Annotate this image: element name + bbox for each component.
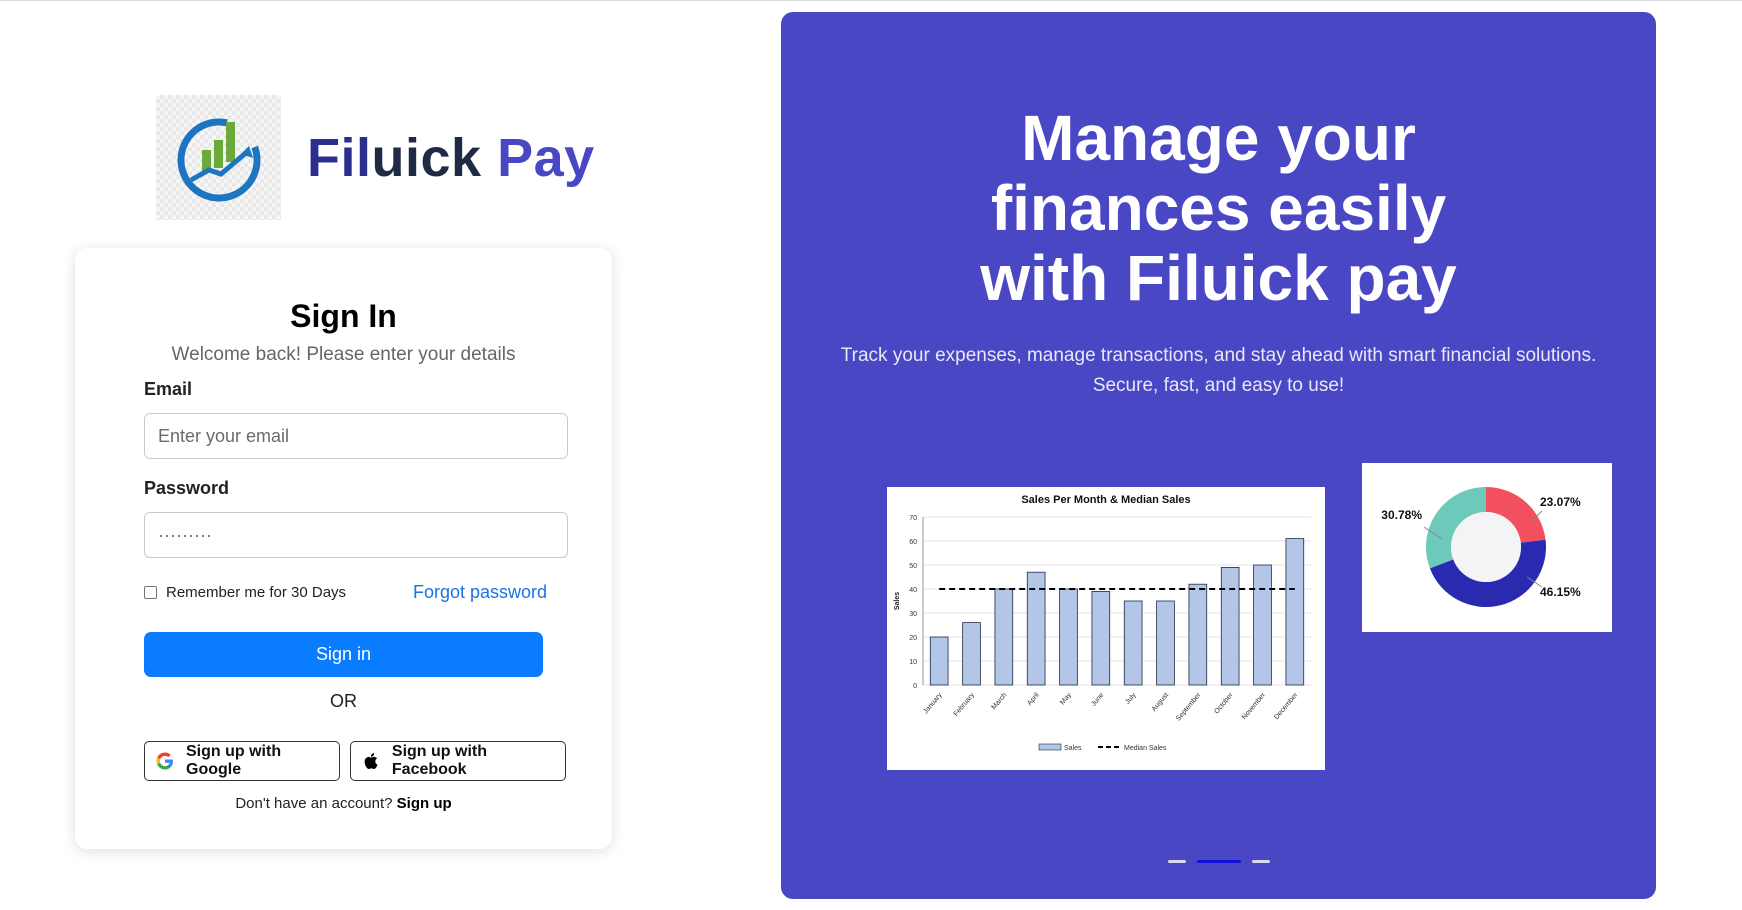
brand-name-part2: uick <box>371 127 482 188</box>
x-tick-label: November <box>1241 691 1268 721</box>
x-tick-label: September <box>1175 691 1203 722</box>
email-label: Email <box>144 379 193 399</box>
brand-name-part1: Fil <box>307 127 372 188</box>
signup-prompt: Don't have an account? Sign up <box>75 795 612 812</box>
promo-panel: Manage your finances easily with Filuick… <box>781 12 1656 899</box>
top-divider <box>0 0 1742 1</box>
facebook-signup-button[interactable]: Sign up with Facebook <box>350 741 566 781</box>
facebook-signup-label: Sign up with Facebook <box>391 743 487 778</box>
y-tick-label: 30 <box>909 611 917 618</box>
bar <box>929 636 949 686</box>
donut-label: 30.78% <box>1381 508 1422 522</box>
donut-hole <box>1451 512 1521 582</box>
x-tick-label: October <box>1213 691 1235 715</box>
x-tick-label: May <box>1059 691 1073 706</box>
remember-me-label: Remember me for 30 Days <box>166 584 347 601</box>
bar <box>1156 600 1175 686</box>
bar <box>1253 564 1272 686</box>
signin-subtitle: Welcome back! Please enter your details <box>171 344 516 365</box>
forgot-password-link[interactable]: Forgot password <box>413 582 547 603</box>
carousel-dot[interactable] <box>1196 860 1241 863</box>
bar <box>1188 583 1208 686</box>
brand-name-part3: Pay <box>481 127 595 188</box>
bar <box>1123 600 1143 686</box>
donut-label: 23.07% <box>1540 495 1581 509</box>
sales-bar-chart: Sales Per Month & Median Sales 0 10 20 30 40 5… <box>894 494 1311 752</box>
bar <box>1285 538 1305 686</box>
y-tick-label: 20 <box>909 635 917 642</box>
google-icon <box>156 752 174 770</box>
promo-description-line: Track your expenses, manage transactions… <box>840 345 1597 366</box>
bar <box>962 622 981 686</box>
y-tick-label: 50 <box>909 563 917 570</box>
legend-label-sales: Sales <box>1064 745 1082 752</box>
signin-title: Sign In <box>290 298 397 334</box>
bar <box>1059 588 1078 686</box>
bar <box>1220 567 1240 686</box>
signin-card: Sign In Welcome back! Please enter your … <box>75 248 612 849</box>
carousel-dot[interactable] <box>1167 860 1186 863</box>
email-field[interactable] <box>144 413 568 459</box>
y-axis-label: Sales <box>894 592 901 610</box>
promo-headline-line: Manage your <box>1021 102 1416 174</box>
x-tick-label: June <box>1090 692 1105 708</box>
y-tick-label: 10 <box>909 659 917 666</box>
bar <box>994 588 1014 686</box>
promo-headline-line: with Filuick pay <box>980 242 1457 314</box>
remember-me-checkbox[interactable] <box>144 586 157 599</box>
sales-bar-chart-card: Sales Per Month & Median Sales 0 10 20 30 40 5… <box>887 487 1325 770</box>
x-tick-label: February <box>953 691 977 717</box>
x-tick-label: July <box>1124 691 1138 705</box>
apple-icon <box>362 752 380 770</box>
brand-header: Filuick Pay <box>156 95 595 220</box>
carousel-dot[interactable] <box>1251 860 1270 863</box>
y-tick-label: 60 <box>909 539 917 546</box>
or-divider: OR <box>330 691 357 711</box>
signin-button[interactable]: Sign in <box>144 632 543 677</box>
x-tick-label: January <box>922 691 944 715</box>
y-tick-label: 0 <box>913 683 917 690</box>
password-field[interactable] <box>144 512 568 558</box>
signup-link[interactable]: Sign up <box>397 795 452 812</box>
promo-headline-line: finances easily <box>990 172 1447 244</box>
google-signup-label: Sign up with Google <box>186 743 282 778</box>
x-tick-label: March <box>990 692 1008 711</box>
x-tick-label: August <box>1151 692 1170 713</box>
y-tick-label: 70 <box>909 515 917 522</box>
promo-headline: Manage your finances easily with Filuick… <box>781 103 1656 313</box>
donut-chart-card: 23.07% 46.15% 30.78% <box>1362 463 1612 632</box>
x-tick-label: December <box>1273 691 1300 721</box>
promo-description-line: Secure, fast, and easy to use! <box>1092 375 1345 396</box>
donut-label: 46.15% <box>1540 585 1581 599</box>
bar <box>1091 591 1111 686</box>
finance-growth-logo-icon <box>156 95 281 220</box>
chart-title: Sales Per Month & Median Sales <box>1021 494 1190 506</box>
remember-me: Remember me for 30 Days <box>144 584 346 601</box>
promo-description: Track your expenses, manage transactions… <box>781 341 1656 401</box>
legend-swatch-sales <box>1038 743 1062 751</box>
no-account-text: Don't have an account? <box>235 795 397 812</box>
password-label: Password <box>144 478 230 498</box>
y-tick-label: 40 <box>909 587 917 594</box>
legend-label-median: Median Sales <box>1124 745 1167 752</box>
x-tick-label: April <box>1026 691 1041 707</box>
donut-chart: 23.07% 46.15% 30.78% <box>1381 487 1581 608</box>
carousel-indicators <box>781 860 1656 864</box>
google-signup-button[interactable]: Sign up with Google <box>144 741 340 781</box>
brand-name: Filuick Pay <box>307 127 595 189</box>
